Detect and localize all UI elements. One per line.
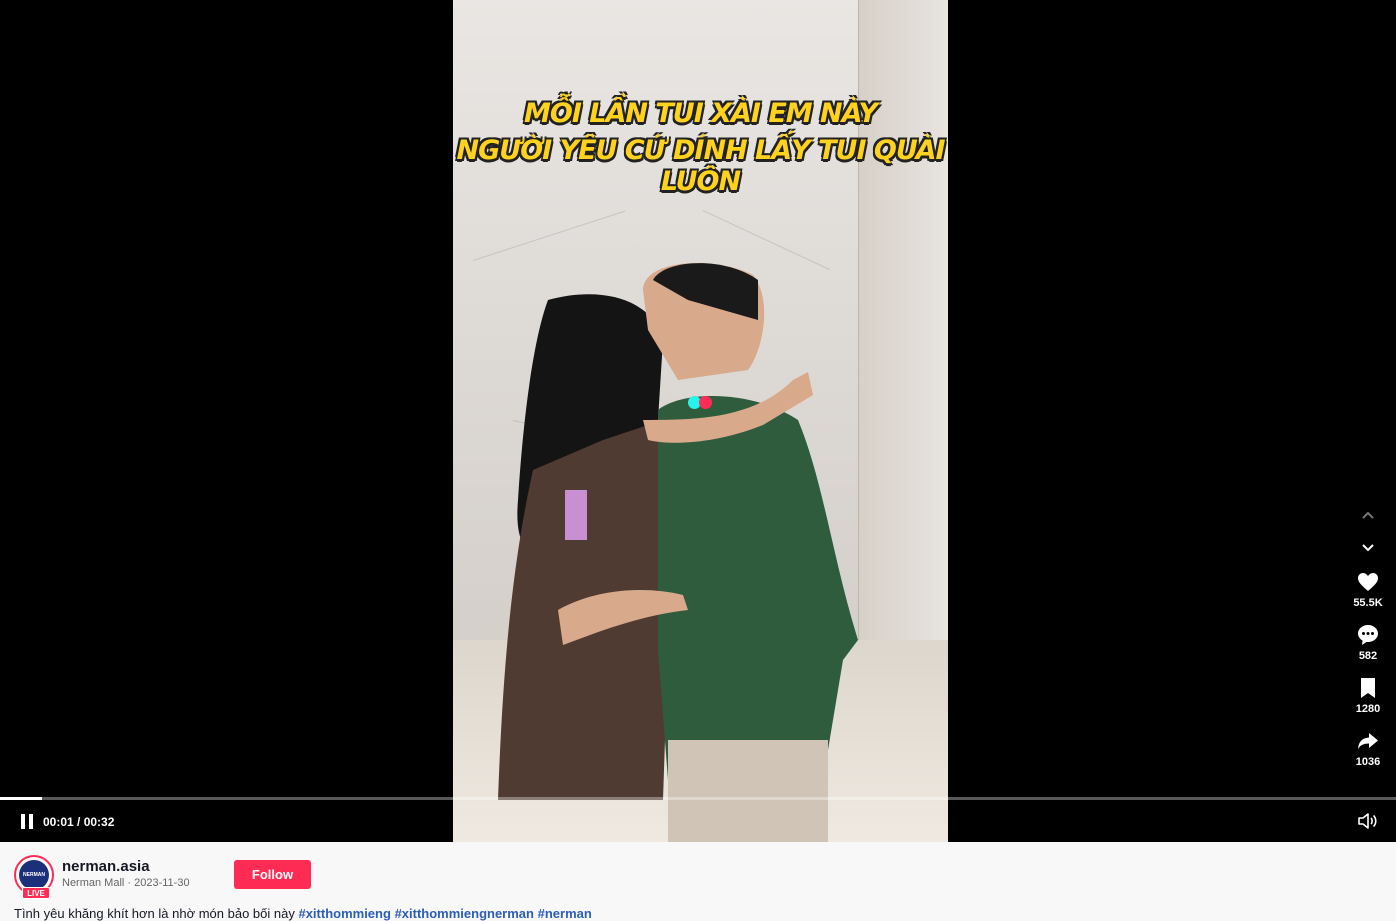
- live-badge: LIVE: [22, 887, 50, 899]
- loading-dot-red: [699, 396, 712, 409]
- save-button[interactable]: 1280: [1348, 676, 1388, 715]
- avatar-logo: NERMAN: [19, 860, 49, 890]
- video-description: Tình yêu khăng khít hơn là nhờ món bảo b…: [14, 906, 592, 921]
- comment-button[interactable]: 582: [1348, 623, 1388, 662]
- share-button[interactable]: 1036: [1348, 729, 1388, 768]
- hashtag-link[interactable]: #xitthommiengnerman: [395, 906, 534, 921]
- pause-button[interactable]: [18, 812, 36, 830]
- follow-button[interactable]: Follow: [234, 860, 311, 889]
- save-count: 1280: [1355, 703, 1381, 715]
- pause-icon-bar: [29, 814, 33, 829]
- volume-icon[interactable]: [1357, 811, 1379, 831]
- video-progress-fill: [0, 797, 42, 800]
- pause-icon-bar: [21, 814, 25, 829]
- hashtag-link[interactable]: #xitthommieng: [298, 906, 390, 921]
- heart-icon: [1358, 573, 1378, 591]
- video-frame[interactable]: MỖI LẦN TUI XÀI EM NÀY NGƯỜI YÊU CỨ DÍNH…: [453, 0, 948, 842]
- video-caption-line-2: NGƯỜI YÊU CỨ DÍNH LẤY TUI QUÀI LUÔN: [456, 135, 945, 197]
- video-info-panel: NERMAN LIVE nerman.asia Nerman Mall · 20…: [0, 842, 1396, 921]
- previous-video-chevron-up-icon[interactable]: [1358, 505, 1378, 525]
- share-count: 1036: [1355, 756, 1381, 768]
- video-caption-line-1: MỖI LẦN TUI XÀI EM NÀY: [524, 98, 878, 129]
- hashtag-link[interactable]: #nerman: [538, 906, 592, 921]
- comment-count: 582: [1358, 650, 1378, 662]
- author-subline: Nerman Mall · 2023-11-30: [62, 877, 190, 889]
- share-arrow-icon: [1358, 733, 1378, 749]
- description-text: Tình yêu khăng khít hơn là nhờ món bảo b…: [14, 906, 295, 921]
- like-count: 55.5K: [1353, 597, 1383, 609]
- video-progress-bar[interactable]: [0, 797, 1396, 800]
- author-username[interactable]: nerman.asia: [62, 858, 150, 875]
- avatar[interactable]: NERMAN LIVE: [14, 855, 54, 899]
- comment-icon: [1358, 625, 1378, 645]
- video-player[interactable]: MỖI LẦN TUI XÀI EM NÀY NGƯỜI YÊU CỨ DÍNH…: [0, 0, 1396, 842]
- bookmark-icon: [1361, 678, 1375, 698]
- like-button[interactable]: 55.5K: [1348, 570, 1388, 609]
- playback-time: 00:01 / 00:32: [43, 815, 115, 829]
- next-video-chevron-down-icon[interactable]: [1358, 537, 1378, 557]
